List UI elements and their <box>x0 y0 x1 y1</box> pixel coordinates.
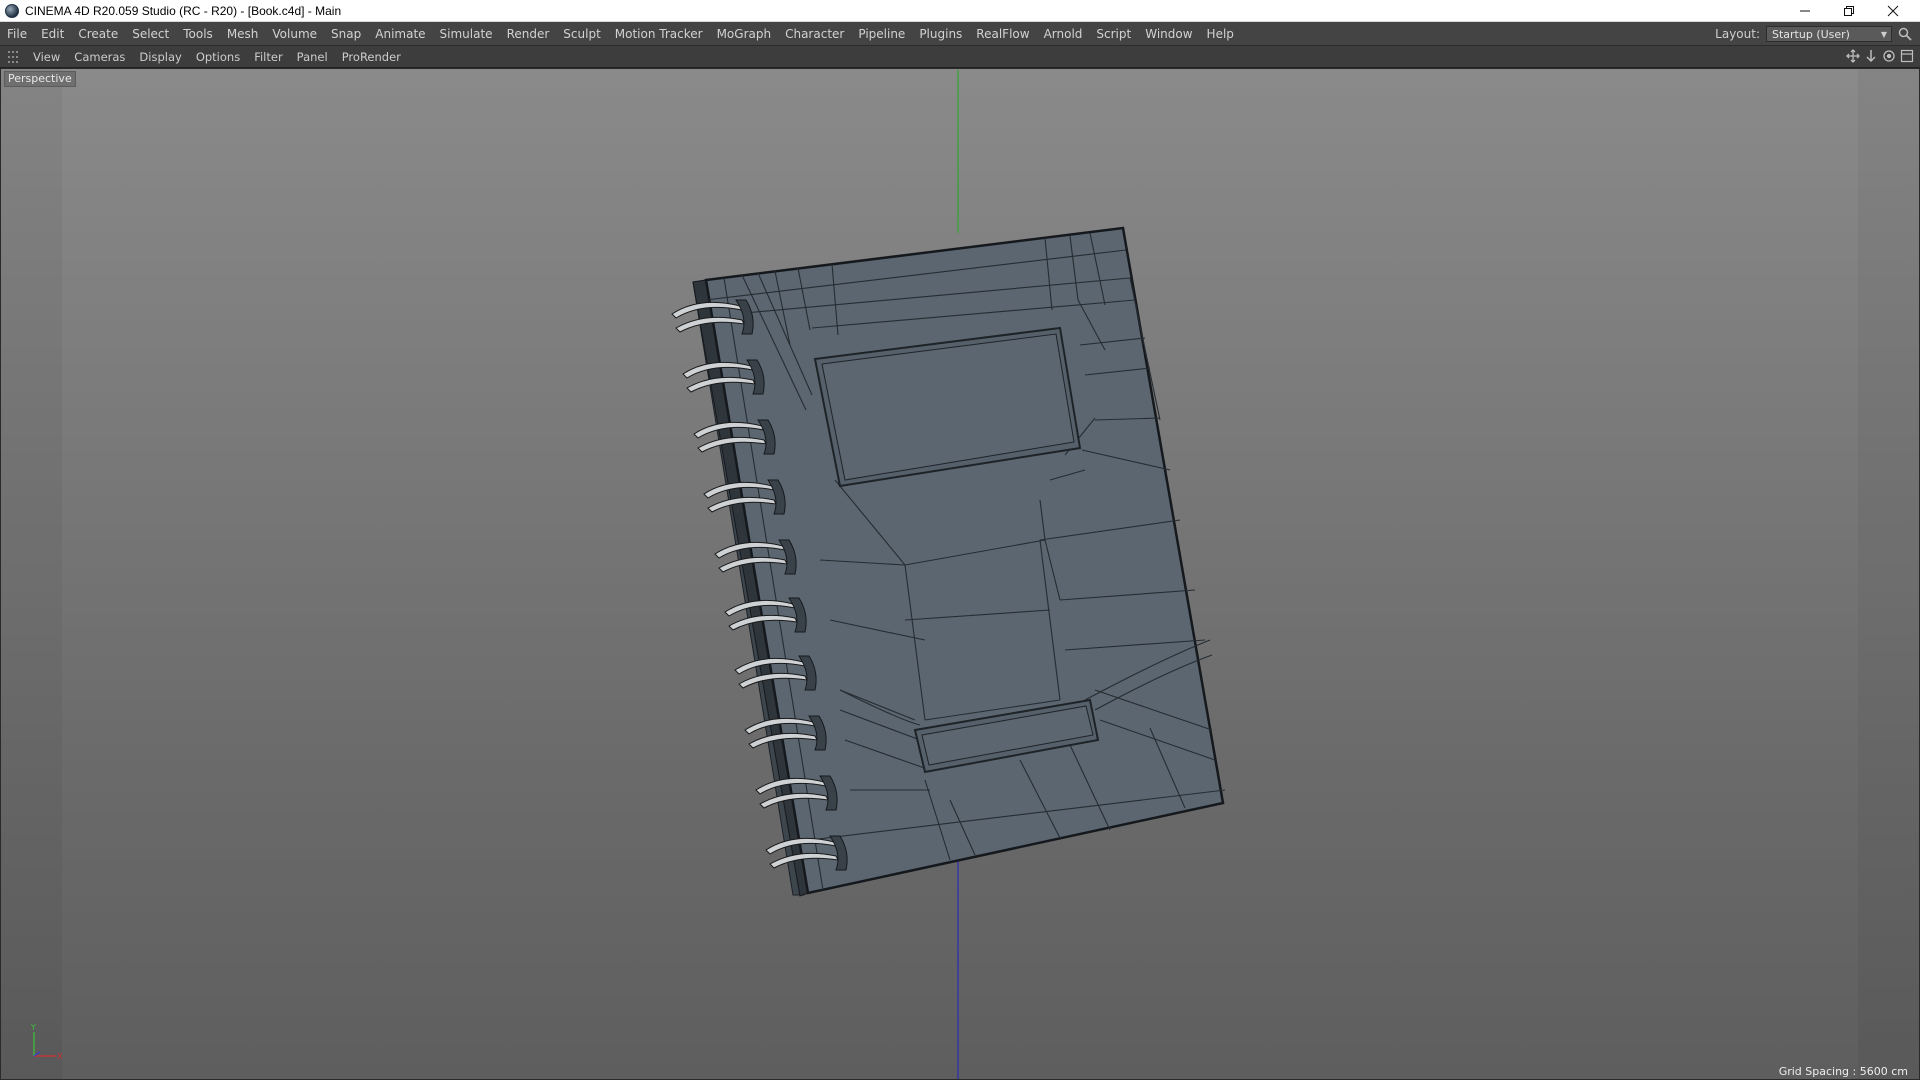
toggle-view-layout-icon[interactable] <box>1900 49 1914 63</box>
menu-help[interactable]: Help <box>1200 22 1241 46</box>
menu-animate[interactable]: Animate <box>368 22 432 46</box>
layout-switcher: Layout: Startup (User) ▼ <box>1715 22 1912 46</box>
viewport-navigation <box>1846 49 1914 63</box>
search-icon[interactable] <box>1898 27 1912 41</box>
layout-dropdown[interactable]: Startup (User) ▼ <box>1766 26 1892 42</box>
viewport-menu-filter[interactable]: Filter <box>247 46 289 68</box>
restore-icon[interactable] <box>1826 0 1872 22</box>
main-menu-bar: File Edit Create Select Tools Mesh Volum… <box>0 22 1920 46</box>
viewport-menu-cameras[interactable]: Cameras <box>67 46 132 68</box>
zoom-view-icon[interactable] <box>1864 49 1878 63</box>
menu-character[interactable]: Character <box>778 22 851 46</box>
menu-realflow[interactable]: RealFlow <box>969 22 1036 46</box>
menu-file[interactable]: File <box>0 22 34 46</box>
menu-mesh[interactable]: Mesh <box>220 22 266 46</box>
title-bar: CINEMA 4D R20.059 Studio (RC - R20) - [B… <box>0 0 1920 22</box>
layout-label: Layout: <box>1715 27 1760 41</box>
menu-window[interactable]: Window <box>1138 22 1199 46</box>
menu-pipeline[interactable]: Pipeline <box>851 22 912 46</box>
viewport-menu-bar: View Cameras Display Options Filter Pane… <box>0 46 1920 68</box>
viewport-menu-view[interactable]: View <box>26 46 67 68</box>
close-icon[interactable] <box>1870 0 1916 22</box>
axis-y-label: Y <box>30 1023 36 1032</box>
menu-select[interactable]: Select <box>125 22 176 46</box>
menu-create[interactable]: Create <box>71 22 125 46</box>
menu-edit[interactable]: Edit <box>34 22 71 46</box>
menu-arnold[interactable]: Arnold <box>1037 22 1090 46</box>
viewport-menu-options[interactable]: Options <box>189 46 247 68</box>
cinema4d-app-icon <box>5 3 19 18</box>
layout-dropdown-value: Startup (User) <box>1772 27 1850 41</box>
menu-snap[interactable]: Snap <box>324 22 368 46</box>
axis-gizmo-icon: Y X <box>30 1023 63 1061</box>
move-view-icon[interactable] <box>1846 49 1860 63</box>
viewport-menu-panel[interactable]: Panel <box>290 46 335 68</box>
perspective-viewport[interactable]: Perspective Y X Grid Spacing : 5600 cm <box>0 68 1920 1080</box>
grid-spacing-readout: Grid Spacing : 5600 cm <box>1778 1065 1908 1078</box>
menu-sculpt[interactable]: Sculpt <box>556 22 607 46</box>
window-title: CINEMA 4D R20.059 Studio (RC - R20) - [B… <box>25 3 342 18</box>
panel-grip-icon[interactable] <box>8 50 18 63</box>
viewport-camera-label[interactable]: Perspective <box>4 71 76 87</box>
menu-plugins[interactable]: Plugins <box>912 22 969 46</box>
menu-mograph[interactable]: MoGraph <box>710 22 779 46</box>
menu-volume[interactable]: Volume <box>265 22 324 46</box>
scene-canvas[interactable] <box>0 68 1920 1080</box>
viewport-menu-prorender[interactable]: ProRender <box>335 46 408 68</box>
menu-render[interactable]: Render <box>500 22 557 46</box>
axis-x-label: X <box>57 1052 63 1061</box>
menu-script[interactable]: Script <box>1089 22 1138 46</box>
menu-motion-tracker[interactable]: Motion Tracker <box>608 22 710 46</box>
chevron-down-icon: ▼ <box>1880 30 1887 39</box>
rotate-view-icon[interactable] <box>1882 49 1896 63</box>
viewport-menu-display[interactable]: Display <box>132 46 188 68</box>
menu-simulate[interactable]: Simulate <box>433 22 500 46</box>
menu-tools[interactable]: Tools <box>176 22 220 46</box>
minimize-icon[interactable] <box>1782 0 1828 22</box>
